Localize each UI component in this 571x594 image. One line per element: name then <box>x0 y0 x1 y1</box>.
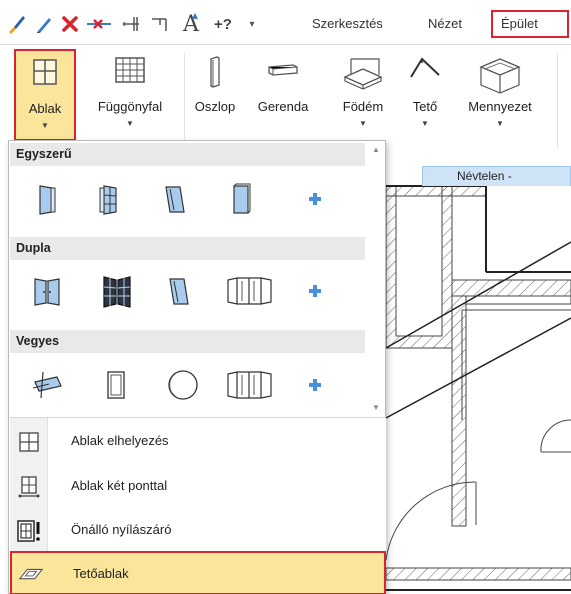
window-command-menu: Ablak elhelyezés Ablak két ponttal Önáll… <box>10 417 386 594</box>
text-icon[interactable]: A ▴ <box>176 8 206 37</box>
column-icon <box>205 55 225 92</box>
slab-label: Födém <box>342 99 384 114</box>
standalone-opening-icon <box>16 519 42 543</box>
chevron-down-icon: ▼ <box>41 121 49 130</box>
menu-item-label: Önálló nyílászáró <box>71 522 172 537</box>
menu-item-label: Ablak elhelyezés <box>71 433 169 448</box>
chevron-down-icon: ▼ <box>126 119 134 128</box>
window-icon <box>30 57 60 90</box>
curtain-wall-button[interactable]: Függönyfal ▼ <box>84 49 176 141</box>
menu-item-roof-window[interactable]: Tetőablak <box>10 551 386 594</box>
single-grid-window-icon[interactable] <box>89 179 129 219</box>
tab-szerkesztes[interactable]: Szerkesztés <box>304 10 391 38</box>
category-header-mixed: Vegyes <box>10 330 365 353</box>
window-type-dropdown: Egyszerű Dupla Vegyes ▲ ▼ Ablak elhelyez… <box>8 140 386 594</box>
menu-item-window-two-points[interactable]: Ablak két ponttal <box>10 465 386 509</box>
beam-button[interactable]: Gerenda <box>248 49 318 141</box>
roof-label: Tető <box>412 99 438 114</box>
document-tab[interactable]: Névtelen - <box>422 166 571 186</box>
roof-icon <box>408 55 442 88</box>
quick-access-toolbar: A ▴ +? ▾ Szerkesztés Nézet Épület <box>0 0 571 44</box>
menu-item-window-place[interactable]: Ablak elhelyezés <box>10 420 386 464</box>
chevron-down-icon: ▼ <box>359 119 367 128</box>
pencil-icon[interactable] <box>32 12 56 36</box>
column-label: Oszlop <box>194 99 236 114</box>
scroll-up-icon[interactable]: ▲ <box>367 142 385 158</box>
scroll-down-icon[interactable]: ▼ <box>367 400 385 416</box>
add-help-icon[interactable]: +? <box>206 12 240 36</box>
window-place-icon <box>16 430 42 454</box>
beam-label: Gerenda <box>257 99 309 114</box>
ceiling-icon <box>477 55 523 100</box>
roof-window-icon <box>18 563 44 587</box>
skylight-window-icon[interactable] <box>27 365 67 405</box>
dimension-icon[interactable] <box>118 12 144 36</box>
triple-window-icon[interactable] <box>223 271 277 311</box>
window-label: Ablak <box>28 101 62 116</box>
window-button[interactable]: Ablak ▼ <box>14 49 76 141</box>
chevron-down-icon: ▼ <box>496 119 504 128</box>
menu-item-label: Tetőablak <box>73 566 129 581</box>
tab-nezet[interactable]: Nézet <box>420 10 470 38</box>
chevron-down-icon: ▼ <box>421 119 429 128</box>
customize-arrow-icon[interactable]: ▾ <box>246 12 258 36</box>
double-pivot-window-icon[interactable] <box>159 271 199 311</box>
delete-icon[interactable] <box>58 12 82 36</box>
add-window-icon[interactable] <box>295 365 335 405</box>
menu-item-label: Ablak két ponttal <box>71 478 168 493</box>
tab-epulet[interactable]: Épület <box>491 10 569 38</box>
rect-window-icon[interactable] <box>97 365 137 405</box>
single-fixed-window-icon[interactable] <box>221 179 261 219</box>
double-casement-window-icon[interactable] <box>27 271 67 311</box>
trim-icon[interactable] <box>84 12 114 36</box>
beam-icon <box>265 55 301 88</box>
window-two-points-icon <box>16 475 42 499</box>
round-window-icon[interactable] <box>163 365 203 405</box>
category-header-simple: Egyszerű <box>10 143 365 166</box>
brush-icon[interactable] <box>4 12 30 36</box>
slab-icon <box>341 55 385 98</box>
add-window-icon[interactable] <box>295 179 335 219</box>
ceiling-label: Mennyezet <box>468 99 532 114</box>
double-grid-window-icon[interactable] <box>97 271 137 311</box>
ceiling-button[interactable]: Mennyezet ▼ <box>452 49 548 141</box>
single-casement-window-icon[interactable] <box>27 179 67 219</box>
add-window-icon[interactable] <box>295 271 335 311</box>
menu-item-standalone-opening[interactable]: Önálló nyílászáró <box>10 509 386 553</box>
tool-icon[interactable] <box>148 12 172 36</box>
single-pivot-window-icon[interactable] <box>155 179 195 219</box>
roof-button[interactable]: Tető ▼ <box>400 49 450 141</box>
curtain-wall-icon <box>113 55 147 88</box>
slab-button[interactable]: Födém ▼ <box>328 49 398 141</box>
column-button[interactable]: Oszlop <box>188 49 242 141</box>
category-header-double: Dupla <box>10 237 365 260</box>
curtain-wall-label: Függönyfal <box>97 99 163 114</box>
gallery-scrollbar[interactable]: ▲ ▼ <box>367 142 385 416</box>
triple-window-icon[interactable] <box>223 365 277 405</box>
